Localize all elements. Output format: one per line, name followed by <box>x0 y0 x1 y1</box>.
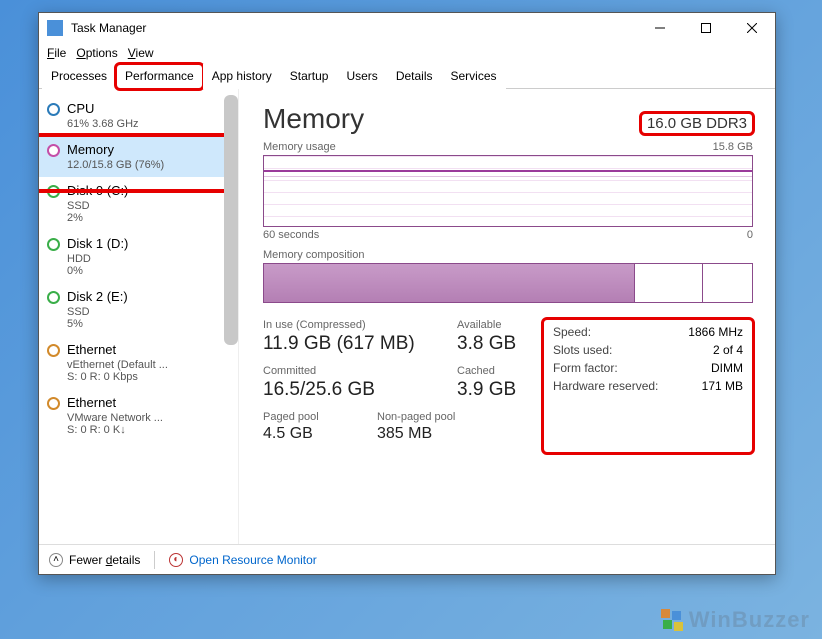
tab-processes[interactable]: Processes <box>42 64 116 89</box>
watermark: WinBuzzer <box>661 607 810 633</box>
sidebar-item-disk2[interactable]: Disk 2 (E:) SSD 5% <box>39 283 238 336</box>
cpu-icon <box>47 103 60 116</box>
available-value: 3.8 GB <box>457 333 516 355</box>
chevron-up-icon: ˄ <box>49 553 63 567</box>
window-title: Task Manager <box>71 21 637 35</box>
page-title: Memory <box>263 103 364 135</box>
divider <box>154 551 155 569</box>
usage-label: Memory usage <box>263 141 336 153</box>
paged-label: Paged pool <box>263 411 353 423</box>
ethernet-icon <box>47 397 60 410</box>
paged-value: 4.5 GB <box>263 425 353 443</box>
tabs: Processes Performance App history Startu… <box>39 63 775 89</box>
scrollbar[interactable] <box>224 95 238 345</box>
titlebar[interactable]: Task Manager <box>39 13 775 43</box>
sidebar-item-ethernet-2[interactable]: Ethernet VMware Network ... S: 0 R: 0 K↓ <box>39 389 238 442</box>
close-button[interactable] <box>729 13 775 43</box>
cached-value: 3.9 GB <box>457 379 516 401</box>
form-value: DIMM <box>711 361 743 375</box>
tab-users[interactable]: Users <box>337 64 386 89</box>
sidebar-item-memory[interactable]: Memory 12.0/15.8 GB (76%) <box>39 136 238 177</box>
sidebar[interactable]: CPU 61% 3.68 GHz Memory 12.0/15.8 GB (76… <box>39 89 239 544</box>
task-manager-window: Task Manager File Options View Processes… <box>38 12 776 575</box>
speed-value: 1866 MHz <box>688 325 743 339</box>
tab-details[interactable]: Details <box>387 64 442 89</box>
inuse-label: In use (Compressed) <box>263 319 433 331</box>
nonpaged-value: 385 MB <box>377 425 455 443</box>
nonpaged-label: Non-paged pool <box>377 411 455 423</box>
ethernet-icon <box>47 344 60 357</box>
disk-icon <box>47 291 60 304</box>
committed-label: Committed <box>263 365 433 377</box>
memory-icon <box>47 144 60 157</box>
sidebar-item-cpu[interactable]: CPU 61% 3.68 GHz <box>39 95 238 136</box>
sidebar-item-disk0[interactable]: Disk 0 (C:) SSD 2% <box>39 177 238 230</box>
usage-max: 15.8 GB <box>713 141 753 153</box>
minimize-button[interactable] <box>637 13 683 43</box>
main-panel: Memory 16.0 GB DDR3 Memory usage 15.8 GB… <box>239 89 775 544</box>
menu-view[interactable]: View <box>128 46 154 60</box>
content: CPU 61% 3.68 GHz Memory 12.0/15.8 GB (76… <box>39 89 775 544</box>
disk-icon <box>47 238 60 251</box>
tab-startup[interactable]: Startup <box>281 64 338 89</box>
cached-label: Cached <box>457 365 516 377</box>
watermark-icon <box>661 609 685 633</box>
committed-value: 16.5/25.6 GB <box>263 379 433 401</box>
resmon-icon: ◐ <box>169 553 183 567</box>
memory-usage-chart[interactable] <box>263 155 753 227</box>
axis-left: 60 seconds <box>263 229 319 241</box>
memory-specs-box: Speed:1866 MHz Slots used:2 of 4 Form fa… <box>543 319 753 453</box>
available-label: Available <box>457 319 516 331</box>
menubar: File Options View <box>39 43 775 63</box>
footer: ˄ Fewer details ◐ Open Resource Monitor <box>39 544 775 574</box>
memory-capacity: 16.0 GB DDR3 <box>641 113 753 134</box>
hw-value: 171 MB <box>702 379 743 393</box>
sidebar-item-disk1[interactable]: Disk 1 (D:) HDD 0% <box>39 230 238 283</box>
app-icon <box>47 20 63 36</box>
fewer-details-button[interactable]: ˄ Fewer details <box>49 553 140 567</box>
slots-value: 2 of 4 <box>713 343 743 357</box>
menu-file[interactable]: File <box>47 46 66 60</box>
tab-performance[interactable]: Performance <box>116 64 203 89</box>
sidebar-item-ethernet-1[interactable]: Ethernet vEthernet (Default ... S: 0 R: … <box>39 336 238 389</box>
menu-options[interactable]: Options <box>76 46 117 60</box>
axis-right: 0 <box>747 229 753 241</box>
open-resource-monitor-link[interactable]: ◐ Open Resource Monitor <box>169 553 316 567</box>
disk-icon <box>47 185 60 198</box>
memory-composition-chart[interactable] <box>263 263 753 303</box>
tab-app-history[interactable]: App history <box>203 64 281 89</box>
inuse-value: 11.9 GB (617 MB) <box>263 333 433 355</box>
composition-label: Memory composition <box>263 249 364 261</box>
tab-services[interactable]: Services <box>442 64 506 89</box>
maximize-button[interactable] <box>683 13 729 43</box>
